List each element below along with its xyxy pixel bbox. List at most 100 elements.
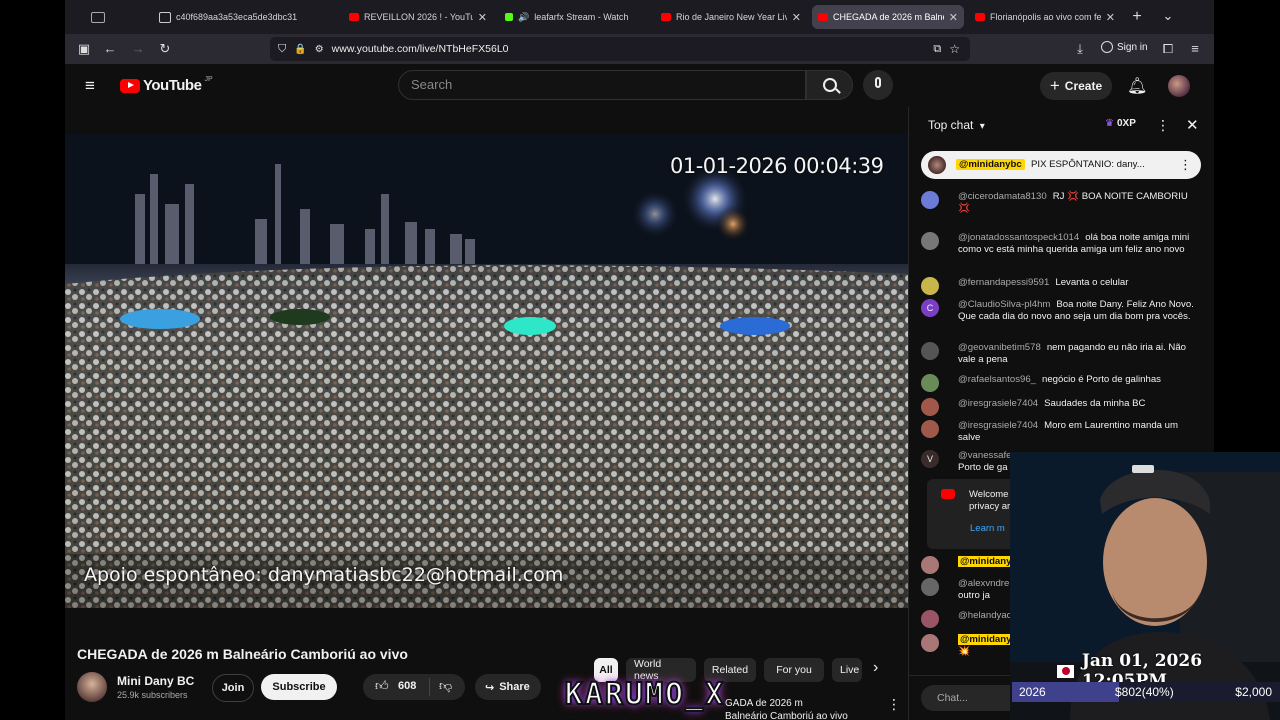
close-icon[interactable]: ✕ bbox=[1186, 116, 1199, 134]
create-button[interactable]: + Create bbox=[1040, 72, 1112, 100]
subscriber-count: 25.9k subscribers bbox=[117, 690, 188, 700]
create-label: Create bbox=[1064, 79, 1103, 93]
search-button[interactable] bbox=[806, 70, 853, 100]
sidebar-icon[interactable]: ▣ bbox=[75, 40, 93, 58]
new-tab-icon[interactable]: + bbox=[1128, 8, 1146, 26]
chat-author: @helandyac bbox=[958, 610, 1012, 621]
tab-1[interactable]: REVEILLON 2026 ! - YouTube ✕ bbox=[343, 5, 493, 29]
chat-message[interactable]: @geovanibetim578 nem pagando eu não iria … bbox=[921, 342, 1201, 366]
youtube-logo[interactable]: YouTube JP bbox=[120, 76, 213, 94]
more-options-icon[interactable]: ⋮ bbox=[1179, 157, 1192, 173]
forward-arrow-icon[interactable]: → bbox=[129, 40, 147, 58]
hamburger-menu-icon[interactable]: ≡ bbox=[85, 77, 95, 94]
address-bar[interactable]: ⛉ 🔒 ⚙ www.youtube.com/live/NTbHeFX56L0 ⧉… bbox=[270, 37, 970, 61]
tab-5[interactable]: Florianópolis ao vivo com fe ✕ bbox=[969, 5, 1121, 29]
welcome-line-1: Welcome bbox=[969, 489, 1009, 500]
tab-icon bbox=[159, 11, 171, 23]
tab-label: Florianópolis ao vivo com fe bbox=[990, 12, 1101, 22]
share-label: Share bbox=[499, 681, 530, 693]
tab-overview-button[interactable] bbox=[77, 5, 127, 29]
youtube-icon bbox=[818, 13, 828, 21]
chat-more-icon[interactable]: ⋮ bbox=[1156, 117, 1170, 134]
tab-0[interactable]: c40f689aa3a53eca5de3dbc31 bbox=[153, 5, 323, 29]
plus-icon: + bbox=[1049, 76, 1060, 95]
video-timestamp-overlay: 01-01-2026 00:04:39 bbox=[670, 154, 884, 178]
sign-in-label: Sign in bbox=[1117, 41, 1148, 53]
menu-icon[interactable]: ≡ bbox=[1186, 40, 1204, 58]
tab-2[interactable]: 🔊 leafarfx Stream - Watch bbox=[499, 5, 649, 29]
sign-in-button[interactable]: Sign in bbox=[1101, 41, 1148, 53]
subscribe-label: Subscribe bbox=[272, 681, 326, 693]
chat-message[interactable]: C @ClaudioSilva-pl4hm Boa noite Dany. Fel… bbox=[921, 299, 1201, 323]
video-player[interactable]: 01-01-2026 00:04:39 Apoio espontâneo: da… bbox=[65, 134, 908, 608]
close-icon[interactable]: ✕ bbox=[1106, 11, 1115, 24]
extensions-icon[interactable]: ⧠ bbox=[1159, 40, 1177, 58]
notifications-bell-icon[interactable]: 🔔︎ bbox=[1127, 76, 1147, 96]
dislike-button[interactable]: 👎︎ bbox=[439, 678, 452, 694]
goal-label: 2026 bbox=[1019, 685, 1046, 699]
goal-target: $2,000 bbox=[1235, 685, 1272, 699]
date-time-overlay: Jan 01, 2026 12:05PM bbox=[1057, 651, 1280, 691]
chat-message[interactable]: @cicerodamata8130 RJ 💢 BOA NOITE CAMBORIU… bbox=[921, 191, 1201, 215]
picture-in-picture-icon[interactable]: ⧉ bbox=[933, 43, 941, 56]
chat-message[interactable]: @iresgrasiele7404 Saudades da minha BC bbox=[921, 398, 1201, 416]
tab-3[interactable]: Rio de Janeiro New Year Live ✕ bbox=[655, 5, 807, 29]
pinned-text: PIX ESPÔNTANIO: dany... bbox=[1031, 159, 1145, 170]
avatar bbox=[921, 191, 939, 209]
chat-author: @minidany bbox=[958, 556, 1014, 567]
chat-author: @alexvndre bbox=[958, 578, 1010, 589]
chat-message[interactable]: @rafaelsantos96_ negócio é Porto de galin… bbox=[921, 374, 1201, 392]
youtube-icon bbox=[975, 13, 985, 21]
chip-live[interactable]: Live bbox=[832, 658, 862, 682]
chat-mode-label: Top chat bbox=[928, 118, 974, 132]
like-button[interactable]: 👍︎ bbox=[375, 678, 389, 694]
microphone-icon bbox=[875, 77, 881, 88]
channel-avatar[interactable] bbox=[77, 672, 107, 702]
tab-grid-icon bbox=[91, 11, 105, 23]
subscribe-button[interactable]: Subscribe bbox=[261, 674, 337, 700]
video-caption-overlay: Apoio espontâneo: danymatiasbc22@hotmail… bbox=[84, 564, 564, 586]
search-input[interactable]: Search bbox=[398, 70, 806, 100]
voice-search-button[interactable] bbox=[863, 70, 893, 100]
chat-author: @vanessafe bbox=[958, 450, 1012, 461]
brand-text: KARUMO_X bbox=[564, 676, 726, 713]
close-icon[interactable]: ✕ bbox=[792, 11, 801, 24]
pinned-message[interactable]: @minidanybc PIX ESPÔNTANIO: dany... ⋮ bbox=[921, 151, 1201, 179]
account-icon bbox=[1101, 41, 1113, 53]
tab-bar: c40f689aa3a53eca5de3dbc31 REVEILLON 2026… bbox=[65, 0, 1214, 34]
xp-badge[interactable]: ♛ 0XP bbox=[1105, 118, 1136, 129]
xp-value: 0XP bbox=[1116, 118, 1136, 129]
avatar: C bbox=[921, 299, 939, 317]
chat-message[interactable]: @fernandapessi9591 Levanta o celular bbox=[921, 277, 1201, 295]
chat-author: @iresgrasiele7404 bbox=[958, 420, 1039, 431]
url-text: www.youtube.com/live/NTbHeFX56L0 bbox=[331, 43, 509, 55]
close-icon[interactable]: ✕ bbox=[478, 11, 487, 24]
avatar bbox=[921, 578, 939, 596]
more-options-icon[interactable]: ⋮ bbox=[887, 696, 901, 713]
chat-text: Saudades da minha BC bbox=[1044, 398, 1146, 409]
reload-icon[interactable]: ↻ bbox=[156, 40, 174, 58]
share-icon: ↪ bbox=[485, 681, 495, 694]
bookmark-star-icon[interactable]: ☆ bbox=[949, 42, 960, 56]
avatar[interactable] bbox=[1168, 75, 1190, 97]
tab-label: leafarfx Stream - Watch bbox=[534, 12, 629, 22]
avatar bbox=[921, 232, 939, 250]
downloads-icon[interactable]: ⤓ bbox=[1071, 40, 1089, 58]
close-icon[interactable]: ✕ bbox=[949, 11, 958, 24]
avatar: V bbox=[921, 450, 939, 468]
chevron-down-icon[interactable]: ⌄ bbox=[1159, 7, 1177, 25]
chip-for-you[interactable]: For you bbox=[764, 658, 824, 682]
chat-mode-dropdown[interactable]: Top chat ▾ bbox=[928, 118, 985, 132]
join-button[interactable]: Join bbox=[212, 674, 254, 702]
chat-author: @iresgrasiele7404 bbox=[958, 398, 1039, 409]
chat-message[interactable]: @iresgrasiele7404 Moro em Laurentino mand… bbox=[921, 420, 1201, 444]
chat-message[interactable]: @jonatadossantospeck1014 olá boa noite am… bbox=[921, 232, 1201, 256]
back-arrow-icon[interactable]: ← bbox=[101, 40, 119, 58]
channel-name[interactable]: Mini Dany BC bbox=[117, 674, 194, 688]
learn-more-link[interactable]: Learn m bbox=[970, 523, 1005, 534]
chevron-right-icon[interactable]: › bbox=[873, 659, 878, 677]
chat-text: Porto de ga bbox=[958, 462, 1008, 473]
welcome-line-2: privacy ar bbox=[969, 501, 1011, 512]
permissions-icon: ⚙ bbox=[314, 43, 324, 55]
tab-4-active[interactable]: CHEGADA de 2026 m Balneário ✕ bbox=[812, 5, 964, 29]
